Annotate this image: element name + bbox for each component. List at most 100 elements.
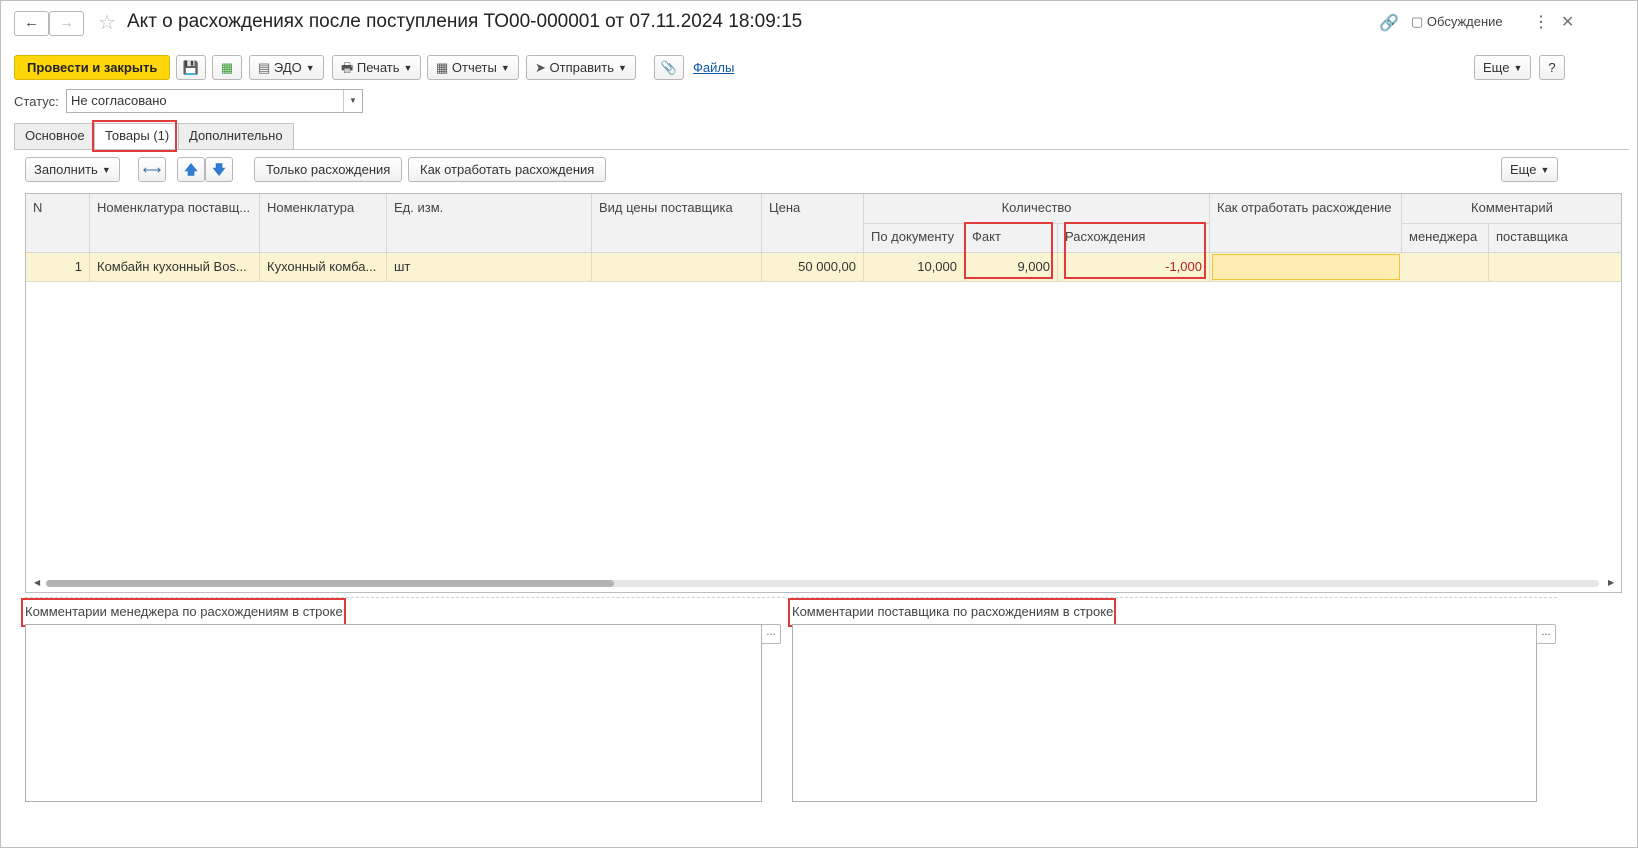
only-differences-button[interactable]: Только расхождения [254, 157, 403, 182]
move-down-button[interactable]: 🡇 [205, 157, 233, 182]
horizontal-scrollbar[interactable] [46, 580, 1599, 587]
cell-qty-fact[interactable]: 9,000 [965, 253, 1058, 281]
chevron-down-icon: ▼ [101, 165, 111, 175]
print-button[interactable]: 🖶 Печать ▼ [332, 55, 422, 80]
chevron-down-icon: ▼ [1513, 63, 1523, 73]
status-value: Не согласовано [71, 93, 167, 108]
close-icon[interactable]: ✕ [1561, 12, 1574, 32]
more-button[interactable]: Еще ▼ [1474, 55, 1532, 80]
paperclip-icon: 📎 [660, 60, 678, 75]
back-button[interactable]: ← [14, 11, 49, 36]
tab-main[interactable]: Основное [14, 123, 96, 149]
cell-unit[interactable]: шт [387, 253, 592, 281]
splitter [25, 597, 785, 598]
cell-qty-difference[interactable]: -1,000 [1058, 253, 1210, 281]
status-select[interactable]: Не согласовано ▼ [66, 89, 363, 113]
post-button[interactable]: ▦ [212, 55, 242, 80]
cell-comment-manager[interactable] [1402, 253, 1489, 281]
more-label: Еще [1483, 60, 1510, 75]
status-label: Статус: [14, 94, 59, 109]
arrow-up-icon: 🡅 [184, 162, 198, 177]
save-button[interactable]: 💾 [176, 55, 206, 80]
share-button[interactable]: ⟷ [138, 157, 166, 182]
how-to-process-button[interactable]: Как отработать расхождения [408, 157, 607, 182]
col-header-how-to-process[interactable]: Как отработать расхождение [1210, 194, 1402, 253]
scroll-left-icon[interactable]: ◀ [34, 578, 40, 587]
files-link[interactable]: Файлы [693, 60, 734, 75]
manager-comments-label: Комментарии менеджера по расхождениям в … [25, 604, 347, 619]
forward-button[interactable]: → [49, 11, 84, 36]
table-more-label: Еще [1510, 162, 1537, 177]
col-header-comment-manager[interactable]: менеджера [1402, 224, 1489, 253]
cell-n[interactable]: 1 [26, 253, 90, 281]
chevron-down-icon: ▼ [618, 63, 627, 73]
printer-icon: 🖶 [341, 60, 354, 75]
col-header-supplier-nomenclature[interactable]: Номенклатура поставщ... [90, 194, 260, 253]
report-icon: ▦ [436, 60, 449, 75]
fill-label: Заполнить [34, 162, 98, 177]
send-label: Отправить [549, 60, 614, 75]
help-button[interactable]: ? [1539, 55, 1565, 80]
chevron-down-icon: ▼ [1540, 165, 1550, 175]
chevron-down-icon: ▼ [305, 63, 315, 73]
cell-nomenclature[interactable]: Кухонный комба... [260, 253, 387, 281]
splitter [791, 597, 1557, 598]
arrow-down-icon: 🡇 [212, 162, 226, 177]
discussion-button[interactable]: ▢ Обсуждение [1411, 14, 1503, 30]
chevron-down-icon: ▼ [500, 63, 510, 73]
col-header-price-type[interactable]: Вид цены поставщика [592, 194, 762, 253]
chevron-down-icon: ▼ [403, 63, 413, 73]
send-icon: ➤ [535, 60, 546, 75]
reports-label: Отчеты [451, 60, 497, 75]
supplier-comments-label: Комментарии поставщика по расхождениям в… [792, 604, 1117, 619]
favorite-star-icon[interactable]: ☆ [98, 10, 116, 35]
cell-qty-document[interactable]: 10,000 [864, 253, 965, 281]
edo-button[interactable]: ▤ ЭДО ▼ [249, 55, 324, 80]
move-up-button[interactable]: 🡅 [177, 157, 205, 182]
tab-divider [14, 149, 1629, 150]
link-icon[interactable]: 🔗 [1379, 13, 1399, 33]
kebab-menu-icon[interactable]: ⋮ [1533, 12, 1549, 32]
goods-table[interactable]: N Номенклатура поставщ... Номенклатура Е… [25, 193, 1622, 593]
col-group-quantity: Количество [864, 194, 1210, 224]
manager-comments-textarea[interactable] [25, 624, 762, 802]
cell-comment-supplier[interactable] [1489, 253, 1621, 281]
cell-how-to-process[interactable] [1212, 254, 1400, 280]
scroll-right-icon[interactable]: ▶ [1608, 578, 1614, 587]
col-header-nomenclature[interactable]: Номенклатура [260, 194, 387, 253]
table-row[interactable]: 1 Комбайн кухонный Bos... Кухонный комба… [26, 253, 1621, 282]
col-header-comment-supplier[interactable]: поставщика [1489, 224, 1621, 253]
arrow-right-icon: → [59, 14, 74, 31]
post-document-icon: ▦ [220, 60, 234, 75]
manager-comments-ellipsis-button[interactable]: ... [761, 624, 781, 644]
floppy-disk-icon: 💾 [182, 60, 200, 75]
tab-goods[interactable]: Товары (1) [94, 123, 181, 150]
attach-button[interactable]: 📎 [654, 55, 684, 80]
cell-supplier-nomenclature[interactable]: Комбайн кухонный Bos... [90, 253, 260, 281]
reports-button[interactable]: ▦ Отчеты ▼ [427, 55, 519, 80]
document-window: ← → ☆ Акт о расхождениях после поступлен… [0, 0, 1638, 848]
post-and-close-button[interactable]: Провести и закрыть [14, 55, 171, 80]
col-header-qty-document[interactable]: По документу [864, 224, 965, 253]
edo-label: ЭДО [273, 60, 302, 75]
cell-price[interactable]: 50 000,00 [762, 253, 864, 281]
col-header-unit[interactable]: Ед. изм. [387, 194, 592, 253]
supplier-comments-ellipsis-button[interactable]: ... [1536, 624, 1556, 644]
send-button[interactable]: ➤ Отправить ▼ [526, 55, 636, 80]
chat-icon: ▢ [1411, 14, 1424, 29]
window-title: Акт о расхождениях после поступления ТО0… [127, 11, 803, 32]
fill-button[interactable]: Заполнить ▼ [25, 157, 120, 182]
edo-icon: ▤ [258, 60, 271, 75]
arrow-left-icon: ← [24, 14, 39, 31]
chevron-down-icon[interactable]: ▼ [343, 90, 362, 112]
col-header-qty-fact[interactable]: Факт [965, 224, 1058, 253]
supplier-comments-textarea[interactable] [792, 624, 1537, 802]
scrollbar-thumb[interactable] [46, 580, 614, 587]
col-header-qty-difference[interactable]: Расхождения [1058, 224, 1210, 253]
cell-price-type[interactable] [592, 253, 762, 281]
table-more-button[interactable]: Еще ▼ [1501, 157, 1559, 182]
print-label: Печать [356, 60, 400, 75]
col-header-n[interactable]: N [26, 194, 90, 253]
tab-additional[interactable]: Дополнительно [178, 123, 294, 149]
col-header-price[interactable]: Цена [762, 194, 864, 253]
